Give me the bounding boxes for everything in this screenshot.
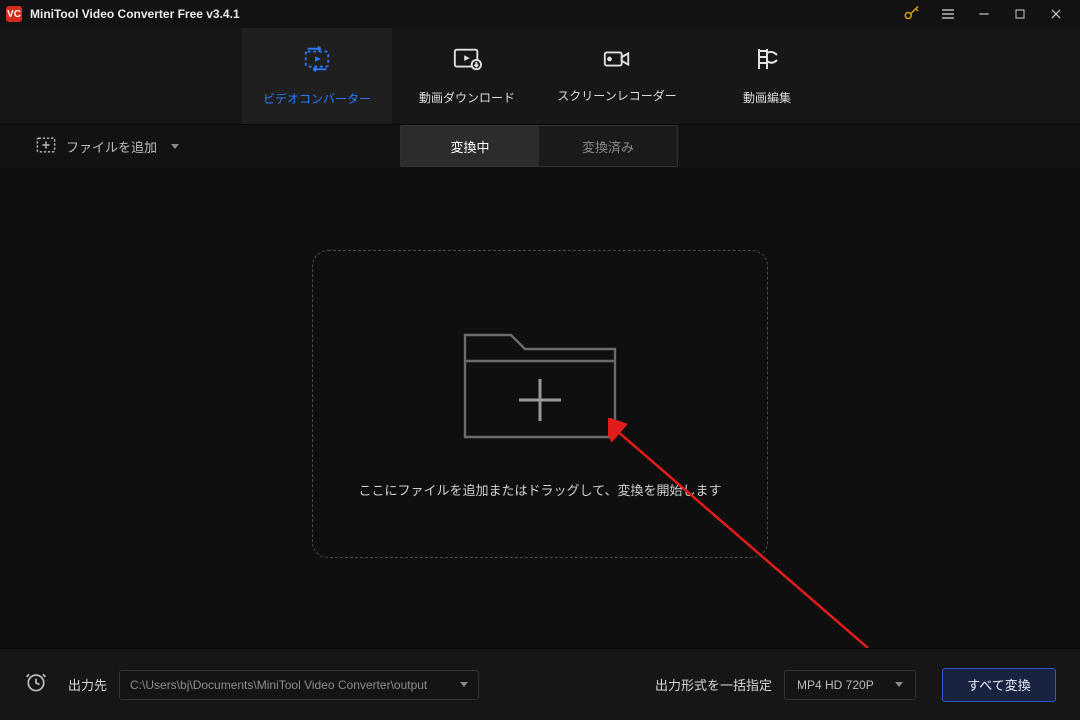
camcorder-icon [602, 48, 632, 73]
content-stage: ここにファイルを追加またはドラッグして、変換を開始します [0, 168, 1080, 648]
main-tabs: ビデオコンバーター 動画ダウンロード スクリーンレコーダー [0, 28, 1080, 124]
chevron-down-icon [460, 682, 468, 687]
dropzone-hint: ここにファイルを追加またはドラッグして、変換を開始します [359, 480, 722, 499]
tab-video-editor[interactable]: 動画編集 [692, 28, 842, 124]
app-logo: VC [6, 6, 22, 22]
add-files-button[interactable]: ファイルを追加 [30, 132, 185, 161]
clock-icon[interactable] [24, 670, 48, 699]
tab-screen-recorder[interactable]: スクリーンレコーダー [542, 28, 692, 124]
app-title: MiniTool Video Converter Free v3.4.1 [30, 7, 240, 21]
segment-converted[interactable]: 変換済み [539, 126, 677, 166]
close-button[interactable] [1038, 0, 1074, 28]
bottombar: 出力先 C:\Users\bj\Documents\MiniTool Video… [0, 648, 1080, 720]
tab-label: 動画編集 [743, 89, 791, 106]
tab-label: ビデオコンバーター [263, 90, 371, 107]
hamburger-menu-icon[interactable] [930, 0, 966, 28]
convert-all-button[interactable]: すべて変換 [942, 668, 1056, 702]
download-video-icon [452, 46, 482, 75]
folder-plus-icon [455, 309, 625, 454]
maximize-button[interactable] [1002, 0, 1038, 28]
chevron-down-icon [171, 144, 179, 149]
titlebar: VC MiniTool Video Converter Free v3.4.1 [0, 0, 1080, 28]
file-dropzone[interactable]: ここにファイルを追加またはドラッグして、変換を開始します [312, 250, 768, 558]
unlock-key-icon[interactable] [894, 0, 930, 28]
tab-video-download[interactable]: 動画ダウンロード [392, 28, 542, 124]
movie-maker-icon [754, 46, 780, 75]
output-folder-path: C:\Users\bj\Documents\MiniTool Video Con… [130, 678, 427, 692]
convert-loop-icon [302, 45, 332, 76]
output-format-value: MP4 HD 720P [797, 678, 874, 692]
minimize-button[interactable] [966, 0, 1002, 28]
chevron-down-icon [895, 682, 903, 687]
tab-label: 動画ダウンロード [419, 89, 515, 106]
tab-video-converter[interactable]: ビデオコンバーター [242, 28, 392, 124]
output-folder-label: 出力先 [68, 675, 107, 694]
tab-label: スクリーンレコーダー [557, 87, 676, 104]
add-file-icon [36, 136, 56, 157]
output-folder-select[interactable]: C:\Users\bj\Documents\MiniTool Video Con… [119, 670, 479, 700]
add-files-label: ファイルを追加 [66, 137, 157, 156]
output-format-label: 出力形式を一括指定 [655, 675, 772, 694]
segment-converting[interactable]: 変換中 [401, 126, 539, 166]
output-format-select[interactable]: MP4 HD 720P [784, 670, 916, 700]
status-segment: 変換中 変換済み [400, 125, 678, 167]
